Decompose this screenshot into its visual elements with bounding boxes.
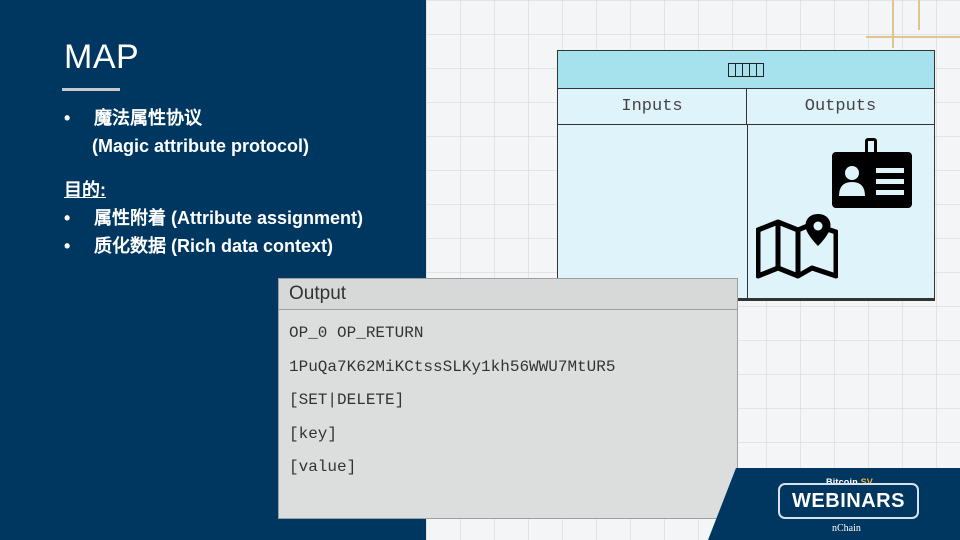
title-underline xyxy=(62,88,120,91)
decor-line xyxy=(892,0,894,48)
bullet-marker: • xyxy=(64,236,71,256)
decor-line xyxy=(866,36,960,38)
placeholder-boxes-icon xyxy=(727,62,764,77)
bullet-item: • 魔法属性协议 xyxy=(64,104,424,132)
nchain-logo: nChain xyxy=(832,523,861,534)
output-script: OP_0 OP_RETURN 1PuQa7K62MiKCtssSLKy1kh56… xyxy=(279,310,737,488)
bullet-text: 属性附着 (Attribute assignment) xyxy=(94,208,364,228)
bullet-subtext: (Magic attribute protocol) xyxy=(92,136,309,156)
output-box: Output OP_0 OP_RETURN 1PuQa7K62MiKCtssSL… xyxy=(278,278,738,519)
outputs-column-header: Outputs xyxy=(747,89,934,125)
output-line: 1PuQa7K62MiKCtssSLKy1kh56WWU7MtUR5 xyxy=(289,357,616,376)
transaction-header xyxy=(558,51,934,89)
column-divider xyxy=(747,125,748,301)
bullet-marker: • xyxy=(64,108,71,128)
output-line: [value] xyxy=(289,458,357,476)
bullet-text: 质化数据 (Rich data context) xyxy=(94,236,334,256)
id-card-icon xyxy=(832,138,912,208)
bullet-list: • 魔法属性协议 (Magic attribute protocol) 目的: … xyxy=(64,104,424,260)
inputs-column-header: Inputs xyxy=(558,89,747,125)
map-pin-icon xyxy=(756,214,838,279)
bullet-text: 魔法属性协议 xyxy=(94,108,202,128)
purpose-heading: 目的: xyxy=(64,180,106,200)
decor-line xyxy=(918,0,920,30)
output-line: OP_0 OP_RETURN xyxy=(289,324,424,342)
output-line: [key] xyxy=(289,424,338,443)
output-title: Output xyxy=(279,279,737,310)
webinars-logo-text: WEBINARS xyxy=(792,489,905,512)
bullet-marker: • xyxy=(64,208,71,228)
bullet-item: • 属性附着 (Attribute assignment) xyxy=(64,204,424,232)
output-line: [SET|DELETE] xyxy=(289,391,405,409)
webinars-logo: WEBINARS xyxy=(778,483,919,519)
slide-title: MAP xyxy=(64,38,140,76)
bullet-item: • 质化数据 (Rich data context) xyxy=(64,232,424,260)
